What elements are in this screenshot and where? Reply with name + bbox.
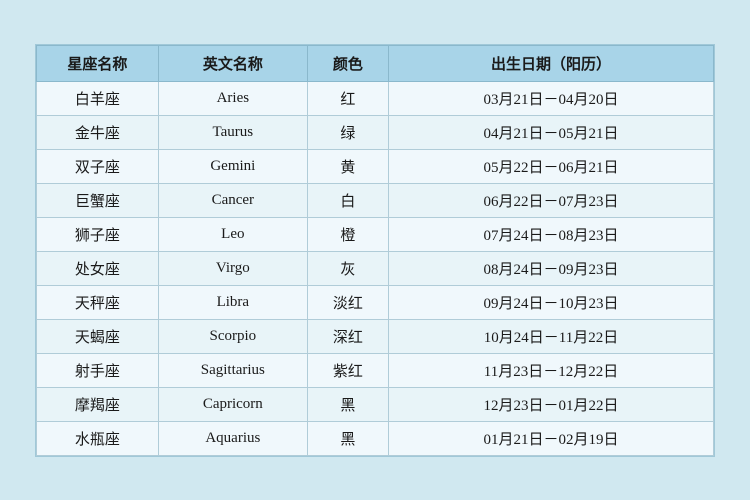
table-row: 天蝎座Scorpio深红10月24日－11月22日 <box>37 319 714 353</box>
cell-en-name: Taurus <box>158 115 307 149</box>
table-row: 白羊座Aries红03月21日－04月20日 <box>37 81 714 115</box>
cell-zh-name: 双子座 <box>37 149 159 183</box>
cell-date-range: 09月24日－10月23日 <box>389 285 714 319</box>
header-color: 颜色 <box>307 45 388 81</box>
cell-date-range: 03月21日－04月20日 <box>389 81 714 115</box>
table-row: 狮子座Leo橙07月24日－08月23日 <box>37 217 714 251</box>
cell-date-range: 06月22日－07月23日 <box>389 183 714 217</box>
zodiac-table: 星座名称 英文名称 颜色 出生日期（阳历） 白羊座Aries红03月21日－04… <box>36 45 714 456</box>
cell-en-name: Gemini <box>158 149 307 183</box>
table-row: 金牛座Taurus绿04月21日－05月21日 <box>37 115 714 149</box>
cell-date-range: 01月21日－02月19日 <box>389 421 714 455</box>
cell-date-range: 11月23日－12月22日 <box>389 353 714 387</box>
cell-color: 深红 <box>307 319 388 353</box>
table-row: 处女座Virgo灰08月24日－09月23日 <box>37 251 714 285</box>
zodiac-table-container: 星座名称 英文名称 颜色 出生日期（阳历） 白羊座Aries红03月21日－04… <box>35 44 715 457</box>
cell-date-range: 10月24日－11月22日 <box>389 319 714 353</box>
cell-date-range: 08月24日－09月23日 <box>389 251 714 285</box>
table-row: 双子座Gemini黄05月22日－06月21日 <box>37 149 714 183</box>
cell-zh-name: 白羊座 <box>37 81 159 115</box>
table-row: 天秤座Libra淡红09月24日－10月23日 <box>37 285 714 319</box>
cell-color: 淡红 <box>307 285 388 319</box>
table-row: 巨蟹座Cancer白06月22日－07月23日 <box>37 183 714 217</box>
cell-color: 黑 <box>307 421 388 455</box>
cell-en-name: Libra <box>158 285 307 319</box>
cell-zh-name: 天蝎座 <box>37 319 159 353</box>
cell-en-name: Leo <box>158 217 307 251</box>
cell-color: 黑 <box>307 387 388 421</box>
cell-en-name: Sagittarius <box>158 353 307 387</box>
cell-zh-name: 摩羯座 <box>37 387 159 421</box>
cell-date-range: 04月21日－05月21日 <box>389 115 714 149</box>
cell-date-range: 07月24日－08月23日 <box>389 217 714 251</box>
cell-en-name: Aries <box>158 81 307 115</box>
cell-color: 黄 <box>307 149 388 183</box>
cell-en-name: Virgo <box>158 251 307 285</box>
table-row: 摩羯座Capricorn黑12月23日－01月22日 <box>37 387 714 421</box>
cell-en-name: Scorpio <box>158 319 307 353</box>
cell-color: 灰 <box>307 251 388 285</box>
cell-zh-name: 射手座 <box>37 353 159 387</box>
cell-en-name: Aquarius <box>158 421 307 455</box>
cell-color: 红 <box>307 81 388 115</box>
cell-zh-name: 巨蟹座 <box>37 183 159 217</box>
cell-zh-name: 处女座 <box>37 251 159 285</box>
cell-en-name: Capricorn <box>158 387 307 421</box>
cell-zh-name: 狮子座 <box>37 217 159 251</box>
cell-zh-name: 金牛座 <box>37 115 159 149</box>
cell-zh-name: 水瓶座 <box>37 421 159 455</box>
table-row: 射手座Sagittarius紫红11月23日－12月22日 <box>37 353 714 387</box>
table-header-row: 星座名称 英文名称 颜色 出生日期（阳历） <box>37 45 714 81</box>
table-row: 水瓶座Aquarius黑01月21日－02月19日 <box>37 421 714 455</box>
table-body: 白羊座Aries红03月21日－04月20日金牛座Taurus绿04月21日－0… <box>37 81 714 455</box>
cell-color: 紫红 <box>307 353 388 387</box>
cell-date-range: 12月23日－01月22日 <box>389 387 714 421</box>
cell-zh-name: 天秤座 <box>37 285 159 319</box>
cell-color: 白 <box>307 183 388 217</box>
cell-color: 绿 <box>307 115 388 149</box>
header-en-name: 英文名称 <box>158 45 307 81</box>
cell-color: 橙 <box>307 217 388 251</box>
cell-en-name: Cancer <box>158 183 307 217</box>
cell-date-range: 05月22日－06月21日 <box>389 149 714 183</box>
header-date-range: 出生日期（阳历） <box>389 45 714 81</box>
header-zh-name: 星座名称 <box>37 45 159 81</box>
